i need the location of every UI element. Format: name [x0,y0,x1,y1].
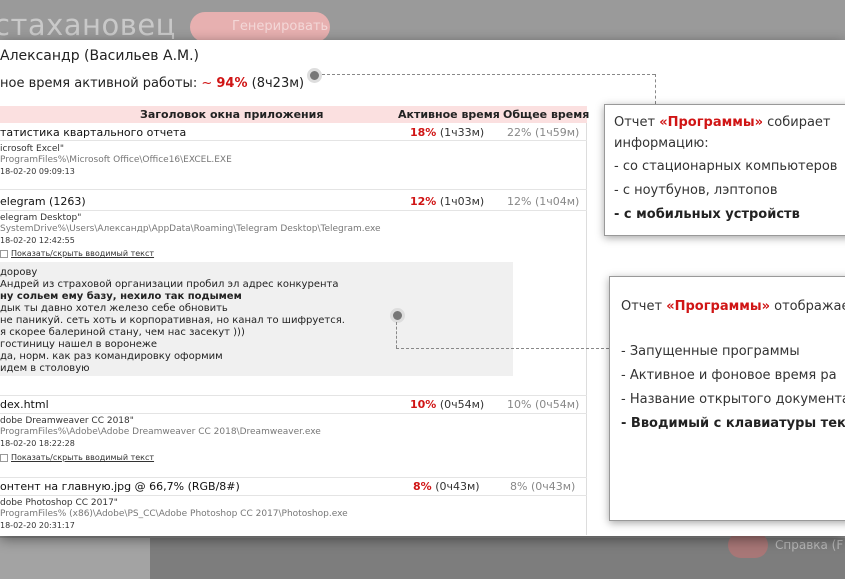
app-path: ProgramFiles%\Microsoft Office\Office16\… [0,155,232,165]
app-name: dobe Dreamweaver CC 2018" [0,416,134,426]
row-divider [0,495,587,496]
typed-text-line: дык ты давно хотел железо себе обновить [0,303,228,314]
callout-list-item: - Активное и фоновое время ра [621,368,837,383]
app-title: стахановец [0,8,176,42]
callout-list-item: - со стационарных компьютеров [614,159,838,174]
toggle-typed-text-link[interactable]: Показать/скрыть вводимый текст [0,453,154,462]
active-duration: (8ч23м) [251,76,305,91]
row-divider [0,413,587,414]
app-name: elegram Desktop" [0,213,82,223]
user-name: Александр (Васильев А.М.) [0,48,200,64]
column-header-total: Общее время [503,108,590,121]
checkbox-icon[interactable] [0,453,8,462]
typed-text-line: дорову [0,267,38,278]
table-row-total: 12% (1ч04м) [507,195,580,208]
typed-text-line: Андрей из страховой организации пробил э… [0,279,339,290]
app-details: elegram Desktop" SystemDrive%\Users\Алек… [0,213,381,246]
app-details: icrosoft Excel" ProgramFiles%\Microsoft … [0,144,232,177]
app-path: SystemDrive%\Users\Александр\AppData\Roa… [0,224,381,234]
callout-list-item: - Вводимый с клавиатуры текс [621,416,845,431]
callout-connector [322,74,655,75]
toggle-typed-text-link[interactable]: Показать/скрыть вводимый текст [0,249,154,258]
typed-text-line: не паникуй. сеть хоть и корпоративная, н… [0,315,345,326]
table-row-title: татистика квартального отчета [0,126,187,139]
callout-connector [396,348,609,349]
typed-text-line: идем в столовую [0,363,90,374]
callout-marker-dot [390,308,405,323]
app-details: dobe Photoshop CC 2017" ProgramFiles% (x… [0,498,348,531]
table-row-active: 18% (1ч33м) [410,126,485,139]
checkbox-icon[interactable] [0,249,8,258]
callout-list-item: - с ноутбунов, лэптопов [614,183,778,198]
active-time-label: ное время активной работы: [0,76,198,91]
column-header-active: Активное время [398,108,500,121]
table-row-total: 8% (0ч43м) [510,480,576,493]
typed-text-line: гостиницу нашел в воронеже [0,339,158,350]
table-row-total: 10% (0ч54м) [507,398,580,411]
help-label: Справка (F [775,538,844,552]
app-start-date: 18-02-20 09:09:13 [0,167,75,176]
table-row-title: dex.html [0,398,49,411]
table-row-active: 12% (1ч03м) [410,195,485,208]
sidebar-background [0,538,150,579]
table-row-active: 10% (0ч54м) [410,398,485,411]
row-divider [0,210,587,211]
table-row-total: 22% (1ч59м) [507,126,580,139]
callout-list-item: - Запущенные программы [621,344,800,359]
app-start-date: 18-02-20 12:42:55 [0,236,75,245]
active-time-summary: ное время активной работы: ~ 94% (8ч23м) [0,76,304,91]
typed-text-line: ну сольем ему базу, нехило так подымем [0,291,242,302]
row-divider [0,189,587,190]
callout-line: информацию: [614,136,709,151]
table-row-title: онтент на главную.jpg @ 66,7% (RGB/8#) [0,480,240,493]
app-details: dobe Dreamweaver CC 2018" ProgramFiles%\… [0,416,321,449]
app-name: icrosoft Excel" [0,144,65,154]
table-row-active: 8% (0ч43м) [413,480,480,493]
row-divider [0,395,587,396]
info-callout-contents: Отчет «Программы» отображае - Запущенные… [609,276,845,521]
app-path: ProgramFiles% (x86)\Adobe\PS_CC\Adobe Ph… [0,509,348,519]
table-row-title: elegram (1263) [0,195,86,208]
column-header-title: Заголовок окна приложения [140,108,324,121]
callout-marker-dot [307,68,322,83]
table-border [586,123,587,535]
row-divider [0,477,587,478]
callout-heading: Отчет «Программы» отображае [621,299,845,314]
callout-list-item: - Название открытого документа [621,392,845,407]
typed-text-line: я скорее балериной стану, чем нас засеку… [0,327,245,338]
app-name: dobe Photoshop CC 2017" [0,498,118,508]
typed-text-line: да, норм. как раз командировку оформим [0,351,223,362]
app-start-date: 18-02-20 18:22:28 [0,439,75,448]
callout-heading: Отчет «Программы» собирает [614,115,831,130]
typed-text-box: дорову Андрей из страховой организации п… [0,262,513,376]
info-callout-sources: Отчет «Программы» собирает информацию: -… [604,104,845,236]
active-percent: 94% [216,76,248,91]
row-divider [0,140,587,141]
generate-button[interactable]: Генерировать [190,12,330,42]
callout-connector [396,322,397,348]
app-path: ProgramFiles%\Adobe\Adobe Dreamweaver CC… [0,427,321,437]
app-start-date: 18-02-20 20:31:17 [0,521,75,530]
callout-connector [655,74,656,104]
approx-sign: ~ [201,76,213,91]
callout-list-item: - с мобильных устройств [614,207,800,222]
